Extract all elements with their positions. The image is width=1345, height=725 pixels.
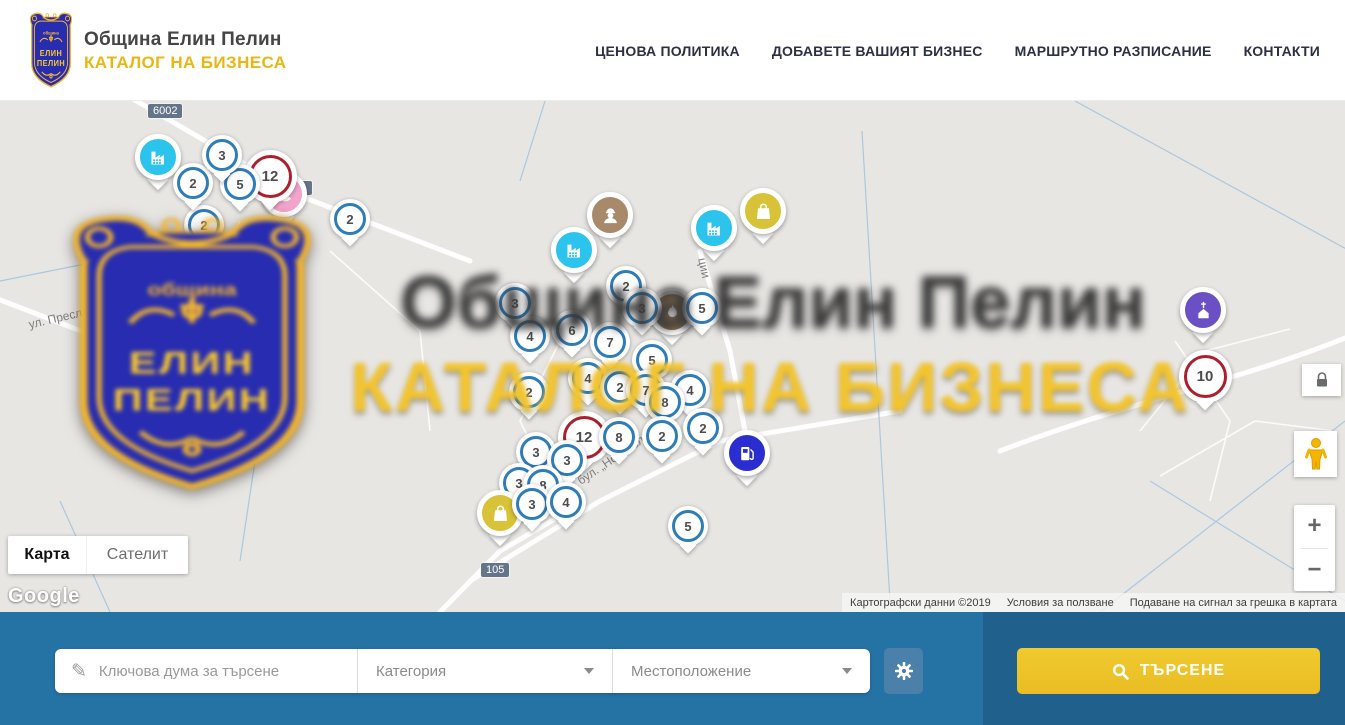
map-cluster-marker[interactable]: 3 bbox=[202, 135, 242, 175]
pegman-icon bbox=[1305, 437, 1327, 471]
fuel-icon bbox=[724, 430, 770, 476]
map-pin-marker[interactable] bbox=[1180, 287, 1226, 333]
map-attribution: Картографски данни ©2019 Условия за полз… bbox=[842, 593, 1345, 612]
cluster-count: 4 bbox=[546, 482, 586, 522]
zoom-in-button[interactable]: + bbox=[1294, 505, 1335, 548]
map-pin-marker[interactable] bbox=[551, 227, 597, 273]
cluster-count: 8 bbox=[599, 417, 639, 457]
municipality-crest-logo bbox=[28, 11, 74, 91]
map-cluster-marker[interactable]: 5 bbox=[668, 506, 708, 546]
search-button-label: ТЪРСЕНЕ bbox=[1140, 662, 1225, 680]
map-cluster-marker[interactable]: 5 bbox=[682, 288, 722, 328]
cluster-count: 6 bbox=[552, 310, 592, 350]
location-select-value: Местоположение bbox=[631, 663, 751, 680]
zoom-control: + − bbox=[1294, 505, 1335, 591]
map-type-control: Карта Сателит bbox=[8, 536, 188, 574]
gear-icon bbox=[894, 661, 914, 681]
bag-icon bbox=[740, 188, 786, 234]
category-select[interactable]: Категория bbox=[357, 649, 612, 693]
map-pin-marker[interactable] bbox=[691, 205, 737, 251]
search-icon bbox=[1112, 663, 1129, 680]
map-cluster-marker[interactable]: 8 bbox=[599, 417, 639, 457]
map-lock-control[interactable] bbox=[1302, 364, 1341, 396]
cluster-count: 7 bbox=[590, 322, 630, 362]
road-shield-label: 105 bbox=[481, 563, 509, 577]
map-cluster-marker[interactable]: 10 bbox=[1179, 350, 1232, 403]
road-shield-label: 6002 bbox=[148, 104, 182, 118]
keyword-field-wrap: ✎ bbox=[55, 649, 357, 693]
cluster-count: 10 bbox=[1179, 350, 1232, 403]
nav-add-your-business[interactable]: ДОБАВЕТЕ ВАШИЯТ БИЗНЕС bbox=[772, 43, 983, 59]
cluster-count: 2 bbox=[184, 205, 224, 245]
chevron-down-icon bbox=[842, 668, 852, 674]
factory-icon bbox=[691, 205, 737, 251]
cluster-count: 4 bbox=[510, 316, 550, 356]
cluster-count: 5 bbox=[682, 288, 722, 328]
search-button[interactable]: ТЪРСЕНЕ bbox=[1017, 648, 1320, 694]
map-cluster-marker[interactable]: 6 bbox=[552, 310, 592, 350]
logo-text: Община Елин Пелин КАТАЛОГ НА БИЗНЕСА bbox=[84, 29, 286, 73]
google-map[interactable]: 60021105 ул. Преславбул. „Новоселции 2 1… bbox=[0, 101, 1345, 612]
header: Община Елин Пелин КАТАЛОГ НА БИЗНЕСА ЦЕН… bbox=[0, 0, 1345, 101]
nav-route-schedule[interactable]: МАРШРУТНО РАЗПИСАНИЕ bbox=[1015, 43, 1212, 59]
lock-icon bbox=[1315, 372, 1329, 388]
zoom-out-button[interactable]: − bbox=[1294, 548, 1335, 591]
cluster-count: 2 bbox=[642, 416, 682, 456]
keyword-search-input[interactable] bbox=[99, 663, 345, 680]
search-bar: ✎ Категория Местоположение bbox=[0, 612, 1345, 725]
street-view-pegman[interactable] bbox=[1294, 431, 1337, 477]
map-cluster-marker[interactable]: 2 bbox=[330, 199, 370, 239]
map-cluster-marker[interactable]: 2 bbox=[509, 372, 549, 412]
attribution-terms-link[interactable]: Условия за ползване bbox=[999, 593, 1122, 612]
map-pin-marker[interactable] bbox=[740, 188, 786, 234]
search-fields-group: ✎ Категория Местоположение bbox=[55, 649, 870, 693]
map-cluster-marker[interactable]: 2 bbox=[184, 205, 224, 245]
chevron-down-icon bbox=[584, 668, 594, 674]
main-nav: ЦЕНОВА ПОЛИТИКА ДОБАВЕТЕ ВАШИЯТ БИЗНЕС М… bbox=[595, 0, 1320, 101]
map-cluster-marker[interactable]: 4 bbox=[510, 316, 550, 356]
attribution-report-error-link[interactable]: Подаване на сигнал за грешка в картата bbox=[1122, 593, 1345, 612]
cluster-count: 2 bbox=[509, 372, 549, 412]
map-pin-marker[interactable] bbox=[724, 430, 770, 476]
nav-contacts[interactable]: КОНТАКТИ bbox=[1244, 43, 1320, 59]
nav-pricing-policy[interactable]: ЦЕНОВА ПОЛИТИКА bbox=[595, 43, 740, 59]
map-cluster-marker[interactable]: 2 bbox=[683, 408, 723, 448]
attribution-copyright: Картографски данни ©2019 bbox=[842, 593, 999, 612]
advanced-settings-button[interactable] bbox=[884, 648, 923, 694]
pencil-icon: ✎ bbox=[71, 660, 87, 683]
site-title: Община Елин Пелин bbox=[84, 29, 286, 51]
map-type-satellite-button[interactable]: Сателит bbox=[86, 536, 188, 574]
cluster-count: 2 bbox=[330, 199, 370, 239]
site-logo[interactable]: Община Елин Пелин КАТАЛОГ НА БИЗНЕСА bbox=[28, 11, 286, 91]
category-select-value: Категория bbox=[376, 663, 446, 680]
location-select[interactable]: Местоположение bbox=[612, 649, 870, 693]
map-type-map-button[interactable]: Карта bbox=[8, 536, 86, 574]
cluster-count: 2 bbox=[683, 408, 723, 448]
google-logo[interactable]: Google bbox=[8, 585, 80, 608]
factory-icon bbox=[551, 227, 597, 273]
map-cluster-marker[interactable]: 2 bbox=[642, 416, 682, 456]
map-cluster-marker[interactable]: 7 bbox=[590, 322, 630, 362]
site-subtitle: КАТАЛОГ НА БИЗНЕСА bbox=[84, 53, 286, 73]
map-cluster-marker[interactable]: 4 bbox=[546, 482, 586, 522]
church-icon bbox=[1180, 287, 1226, 333]
cluster-count: 3 bbox=[202, 135, 242, 175]
cluster-count: 5 bbox=[668, 506, 708, 546]
